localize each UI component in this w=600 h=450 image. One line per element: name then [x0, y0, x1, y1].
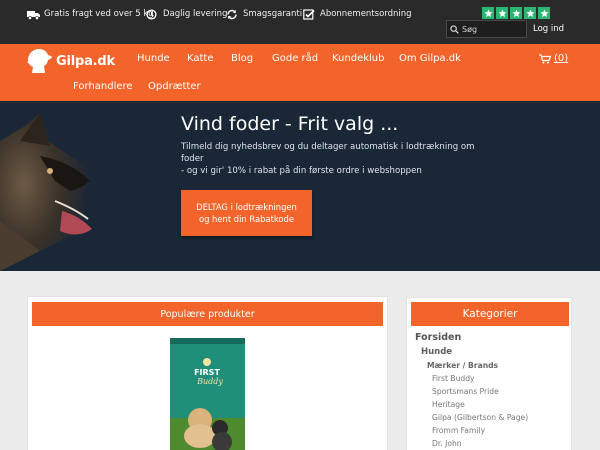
star-icon	[524, 7, 536, 19]
nav-item-opdraetter[interactable]: Opdrætter	[148, 81, 201, 92]
top-bar: Gratis fragt ved over 5 kg Daglig leveri…	[0, 0, 600, 44]
login-link[interactable]: Log ind	[533, 24, 564, 34]
category-brands[interactable]: Mærker / Brands	[427, 361, 498, 370]
usp-label: Smagsgaranti	[243, 9, 303, 19]
category-dr-john[interactable]: Dr. John	[432, 439, 462, 448]
button-line: DELTAG i lodtrækningen	[196, 202, 297, 212]
star-icon	[510, 7, 522, 19]
popular-products-heading: Populære produkter	[32, 302, 383, 326]
categories-panel: Kategorier Forsiden Hunde Mærker / Brand…	[406, 297, 572, 450]
category-sportsmans-pride[interactable]: Sportsmans Pride	[432, 387, 499, 396]
site-logo[interactable]: Gilpa.dk	[24, 47, 124, 75]
nav-item-om-gilpa[interactable]: Om Gilpa.dk	[399, 53, 461, 64]
category-forsiden[interactable]: Forsiden	[415, 332, 461, 343]
nav-item-blog[interactable]: Blog	[231, 53, 253, 64]
usp-taste-guarantee: Smagsgaranti	[226, 7, 302, 21]
join-lottery-button[interactable]: DELTAG i lodtrækningen og hent din Rabat…	[181, 190, 312, 236]
cart-count: (0)	[554, 53, 569, 64]
category-fromm-family[interactable]: Fromm Family	[432, 426, 485, 435]
refresh-icon	[226, 9, 239, 20]
search-icon[interactable]	[450, 24, 459, 34]
usp-label: Daglig levering	[163, 9, 228, 19]
product-brand: FIRST	[194, 368, 220, 377]
button-line: og hent din Rabatkode	[198, 214, 295, 224]
usp-daily-delivery: Daglig levering	[146, 7, 227, 21]
clock-icon	[146, 8, 159, 20]
usp-subscription: Abonnementsordning	[303, 7, 412, 21]
usp-free-shipping: Gratis fragt ved over 5 kg	[27, 7, 154, 21]
category-gilpa[interactable]: Gilpa (Gilbertson & Page)	[432, 413, 528, 422]
hero-description: Tilmeld dig nyhedsbrev og du deltager au…	[181, 141, 481, 177]
product-name: Buddy	[196, 377, 223, 386]
dog-logo-icon	[27, 49, 52, 73]
nav-item-gode-raad[interactable]: Gode råd	[272, 53, 318, 64]
search-box	[446, 20, 527, 38]
hero-title: Vind foder - Frit valg ...	[181, 113, 399, 135]
category-first-buddy[interactable]: First Buddy	[432, 374, 475, 383]
star-icon	[538, 7, 550, 19]
category-heritage[interactable]: Heritage	[432, 400, 465, 409]
dog-photo	[0, 101, 170, 271]
cart-icon	[539, 53, 551, 64]
hero-text-line: Tilmeld dig nyhedsbrev og du deltager au…	[181, 142, 475, 164]
star-icon	[496, 7, 508, 19]
usp-label: Gratis fragt ved over 5 kg	[44, 9, 154, 19]
hero-text-line: - og vi gir' 10% i rabat på din første o…	[181, 166, 422, 176]
nav-item-forhandlere[interactable]: Forhandlere	[73, 81, 133, 92]
popular-products-panel: Populære produkter FIRST Buddy	[27, 296, 388, 450]
nav-item-hunde[interactable]: Hunde	[137, 53, 170, 64]
main-nav: Gilpa.dk Hunde Katte Blog Gode råd Kunde…	[0, 44, 600, 101]
truck-icon	[27, 9, 40, 20]
product-bag-image[interactable]: FIRST Buddy	[170, 338, 245, 450]
nav-item-katte[interactable]: Katte	[187, 53, 214, 64]
cart-button[interactable]: (0)	[539, 53, 568, 64]
checkbox-icon	[303, 8, 316, 20]
categories-heading: Kategorier	[411, 302, 569, 326]
search-input[interactable]	[462, 24, 526, 34]
star-icon	[482, 7, 494, 19]
nav-item-kundeklub[interactable]: Kundeklub	[332, 53, 385, 64]
trustpilot-rating[interactable]	[482, 7, 550, 19]
category-hunde[interactable]: Hunde	[421, 347, 452, 357]
logo-text: Gilpa.dk	[56, 53, 115, 69]
hero-banner: Vind foder - Frit valg ... Tilmeld dig n…	[0, 101, 600, 271]
usp-label: Abonnementsordning	[320, 9, 412, 19]
